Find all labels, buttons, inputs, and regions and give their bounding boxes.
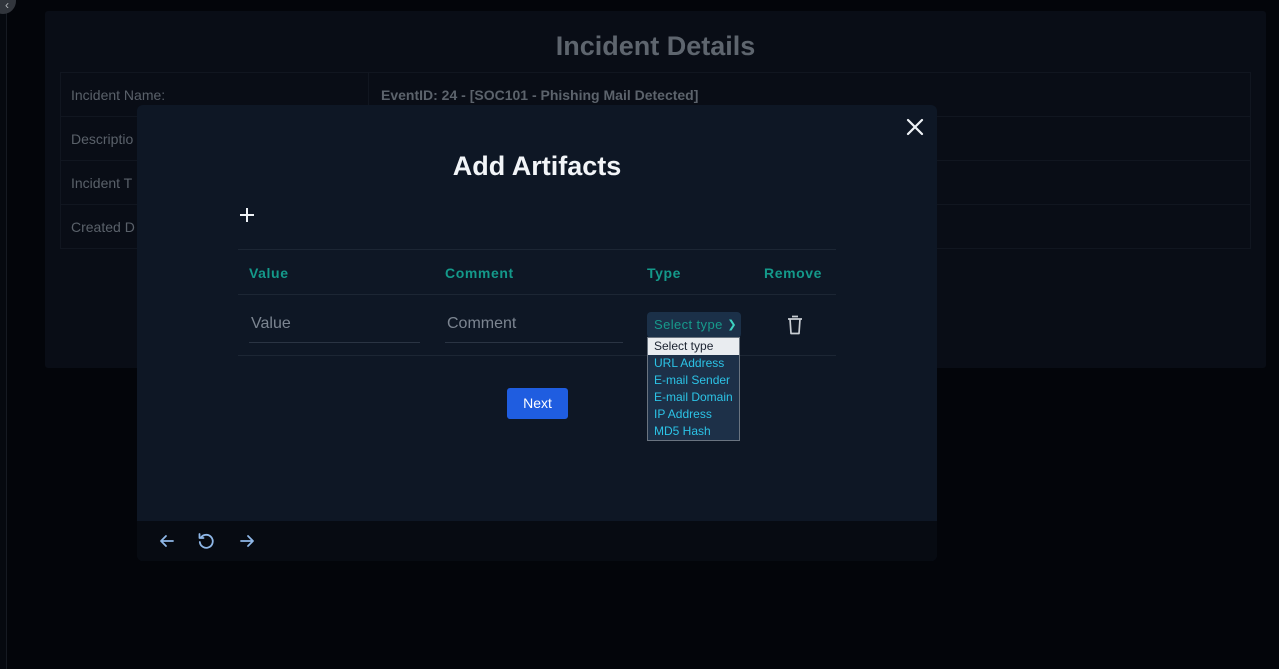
type-option-email-domain[interactable]: E-mail Domain [648, 389, 739, 406]
value-input[interactable] [249, 305, 420, 343]
add-artifacts-modal: Add Artifacts Value Comment Type Remove … [137, 105, 937, 561]
reload-icon[interactable] [196, 531, 216, 551]
type-dropdown-list: Select type URL Address E-mail Sender E-… [647, 337, 740, 441]
artifacts-table: Value Comment Type Remove Select type ❯ [238, 249, 836, 356]
close-icon[interactable] [904, 116, 926, 138]
type-option-md5-hash[interactable]: MD5 Hash [648, 423, 739, 440]
column-header-comment: Comment [445, 265, 514, 281]
column-header-remove: Remove [764, 265, 823, 281]
type-option-email-sender[interactable]: E-mail Sender [648, 372, 739, 389]
chevron-down-icon: ❯ [727, 319, 737, 331]
arrow-left-icon[interactable] [157, 531, 177, 551]
type-option-select-type[interactable]: Select type [648, 338, 739, 355]
trash-icon[interactable] [785, 314, 805, 336]
column-header-type: Type [647, 265, 682, 281]
comment-input[interactable] [445, 305, 623, 343]
type-option-ip-address[interactable]: IP Address [648, 406, 739, 423]
plus-icon[interactable] [238, 206, 256, 224]
arrow-right-icon[interactable] [237, 531, 257, 551]
next-button[interactable]: Next [507, 388, 568, 419]
type-option-url-address[interactable]: URL Address [648, 355, 739, 372]
column-header-value: Value [249, 265, 289, 281]
table-header: Value Comment Type Remove [238, 249, 836, 295]
type-select-value: Select type [654, 317, 723, 332]
modal-footer-toolbar [137, 521, 937, 561]
type-select[interactable]: Select type ❯ [647, 312, 741, 338]
modal-title: Add Artifacts [452, 151, 622, 181]
table-row: Select type ❯ [238, 295, 836, 356]
